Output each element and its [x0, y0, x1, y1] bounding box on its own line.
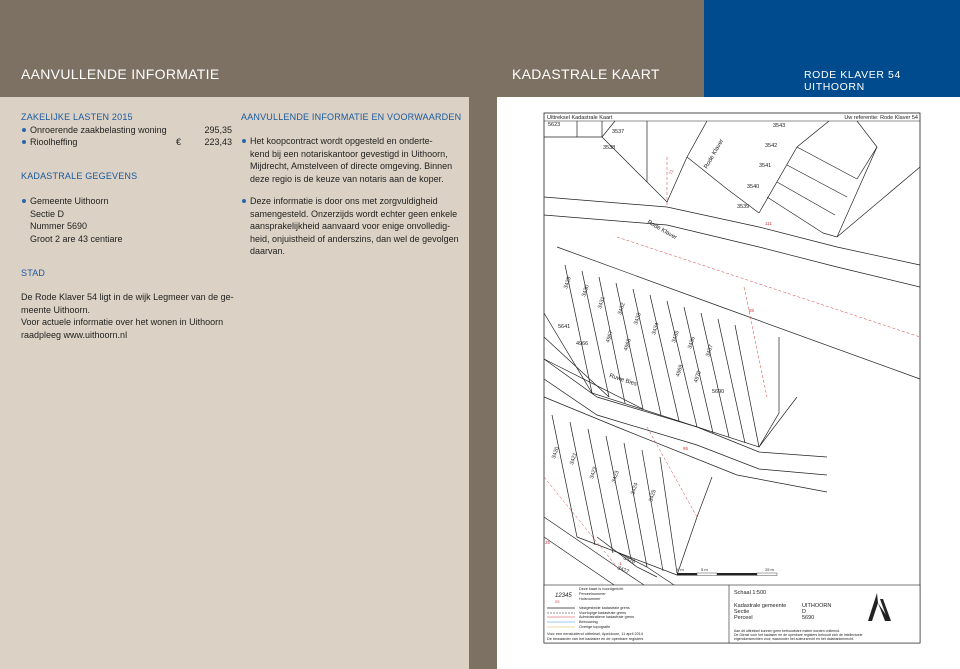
header-right-title: RODE KLAVER 54 UITHOORN	[804, 69, 901, 93]
parcel-number: 3539	[737, 204, 749, 210]
info-value: 5690	[802, 615, 814, 621]
legend-item: Huisnummer	[579, 597, 601, 601]
voorwaarden-line: samengesteld. Onzerzijds wordt echter ge…	[250, 208, 458, 219]
voorwaarden-line: kend bij een notariskantoor gevestigd in…	[250, 148, 448, 159]
voorwaarden-p2: Deze informatie is door ons met zorgvuld…	[241, 195, 459, 258]
scale-tick: 0 m	[677, 567, 684, 572]
house-number: 111	[765, 221, 772, 226]
legend-item: Vastgestelde kadastrale grens	[579, 606, 630, 610]
lasten-row: Onroerende zaakbelasting woning 295,35	[21, 124, 232, 137]
voorwaarden-line: Deze informatie is door ons met zorgvuld…	[241, 195, 459, 208]
legend-item: Overige topografie	[579, 625, 610, 629]
kadastraal-details: Gemeente Uithoorn Sectie D Nummer 5690 G…	[21, 195, 123, 245]
stad-title: STAD	[21, 268, 46, 278]
parcel-number: 3541	[759, 163, 771, 169]
scale-tick: 5 m	[701, 567, 708, 572]
house-number: 25	[545, 540, 551, 545]
header-middle-title: KADASTRALE KAART	[512, 66, 660, 82]
stad-text: De Rode Klaver 54 ligt in de wijk Legmee…	[21, 291, 234, 341]
stad-line: De Rode Klaver 54 ligt in de wijk Legmee…	[21, 292, 234, 302]
voorwaarden-title: AANVULLENDE INFORMATIE EN VOORWAARDEN	[241, 112, 462, 122]
stad-line: Voor actuele informatie over het wonen i…	[21, 317, 224, 327]
parcel-number: 3538	[603, 145, 615, 151]
kadastraal-line: Nummer 5690	[30, 221, 88, 231]
cadastral-map: Uittreksel Kadastrale Kaart Uw referenti…	[543, 112, 921, 644]
lasten-currency	[176, 124, 196, 137]
voorwaarden-line: deze regio is de keuze van notaris aan d…	[250, 173, 444, 184]
voorwaarden-line: daarvan.	[250, 246, 286, 256]
parcel-number: 5623	[548, 122, 560, 128]
lasten-amount: 295,35	[204, 124, 232, 135]
legend-sample-house: 25	[555, 599, 560, 604]
voorwaarden-line: Mijdrecht, Amstelveen of directe omgevin…	[250, 161, 453, 171]
lasten-currency: €	[176, 137, 182, 147]
parcel-number: 3537	[612, 129, 624, 135]
lasten-row: Rioolheffing € 223,43	[21, 136, 232, 149]
house-number: 95	[683, 446, 689, 451]
kadastraal-title: KADASTRALE GEGEVENS	[21, 171, 138, 181]
parcel-number: 5641	[558, 324, 570, 330]
stad-line: meente Uithoorn.	[21, 304, 91, 315]
legend-item: Bebouwing	[579, 620, 598, 624]
info-value: UITHOORN	[802, 603, 831, 609]
legend-item: Voor een eensluidend uittreksel, Apeldoo…	[547, 632, 643, 636]
stad-line: raadpleeg www.uithoorn.nl	[21, 329, 128, 340]
parcel-number: 3542	[765, 143, 777, 149]
parcel-number: 3540	[747, 184, 759, 190]
lasten-amount: 223,43	[204, 137, 232, 147]
kadastraal-line: Groot 2 are 43 centiare	[30, 233, 123, 244]
legend-item: De bewaarder van het kadaster en de open…	[547, 637, 643, 641]
lasten-section: ZAKELIJKE LASTEN 2015 Onroerende zaakbel…	[21, 111, 232, 149]
parcel-number: 4966	[576, 341, 588, 347]
legend-item: Perceelnummer	[579, 592, 607, 596]
legend-item: Administratieve kadastrale grens	[579, 615, 634, 619]
header-left-title: AANVULLENDE INFORMATIE	[21, 66, 220, 82]
kadastraal-gemeente: Gemeente Uithoorn	[21, 195, 123, 208]
house-number: 85	[749, 308, 755, 313]
lasten-label: Onroerende zaakbelasting woning	[30, 124, 167, 135]
voorwaarden-line: Het koopcontract wordt opgesteld en onde…	[241, 135, 452, 148]
voorwaarden-line: aansprakelijkheid aanvaard voor enige on…	[250, 221, 451, 231]
parcel-number: 5690	[712, 389, 724, 395]
lasten-label: Rioolheffing	[30, 137, 78, 147]
map-header-right: Uw referentie: Rode Klaver 54	[844, 115, 918, 121]
lasten-title: ZAKELIJKE LASTEN 2015	[21, 112, 133, 122]
info-label: Perceel	[734, 615, 753, 621]
parcel-number: 3543	[773, 123, 785, 129]
scale-label: Schaal 1:500	[734, 590, 766, 596]
voorwaarden-line: heid, onjuistheid of anderszins, dan wel…	[250, 233, 459, 244]
legend-item: Deze kaart is noordgericht	[579, 587, 624, 591]
scale-tick: 25 m	[765, 567, 775, 572]
map-header-left: Uittreksel Kadastrale Kaart	[547, 115, 613, 121]
voorwaarden-p1: Het koopcontract wordt opgesteld en onde…	[241, 135, 452, 185]
kadastraal-line: Sectie D	[30, 208, 65, 219]
disclaimer-line: eigendomsrechten voor, waaronder het aut…	[734, 637, 854, 641]
